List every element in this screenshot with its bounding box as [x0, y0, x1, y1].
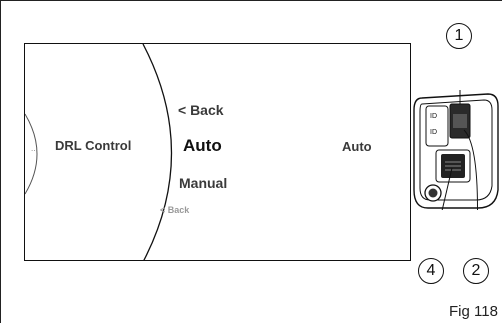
low-beam-icon: ID	[430, 129, 437, 136]
left-ellipsis: ...	[31, 144, 38, 153]
menu-back-bottom: < Back	[160, 205, 190, 215]
dashboard-display: ... DRL Control < Back Auto Manual < Bac…	[24, 43, 411, 261]
figure-label: Fig 118	[449, 303, 498, 320]
menu-selected-auto: Auto	[183, 136, 222, 155]
light-switch-housing	[425, 105, 449, 147]
callout-2: 2	[463, 258, 489, 284]
drl-control-label: DRL Control	[55, 138, 132, 153]
callout-4: 4	[418, 258, 444, 284]
switch-button-2-face	[453, 114, 467, 128]
horn-icon	[428, 188, 438, 198]
current-value-auto: Auto	[342, 139, 372, 154]
menu-manual: Manual	[179, 175, 228, 191]
high-beam-icon: ID	[430, 113, 437, 120]
handlebar-switch-illustration: ID ID	[413, 90, 499, 210]
menu-back-top: < Back	[178, 102, 224, 118]
callout-1: 1	[446, 23, 472, 49]
